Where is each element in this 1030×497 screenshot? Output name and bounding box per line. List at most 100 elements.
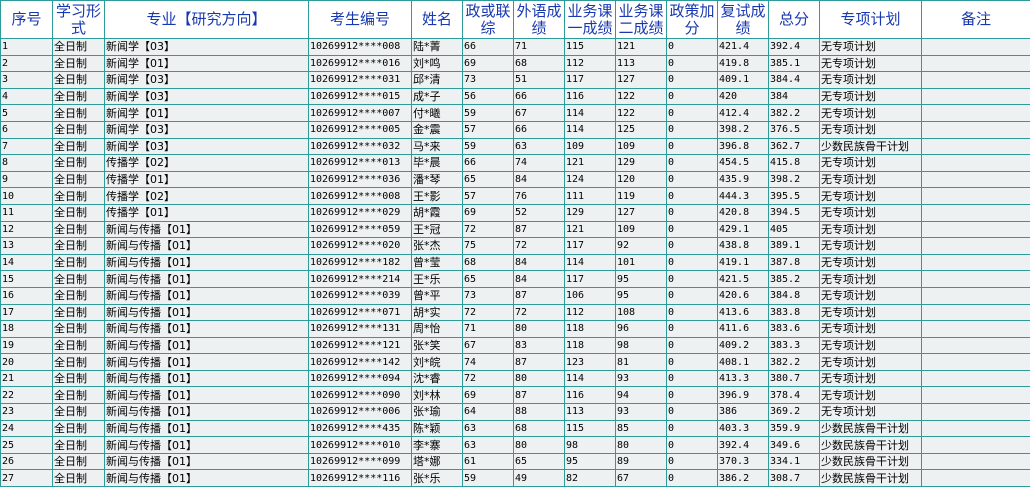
cell-politics: 73 — [462, 286, 514, 305]
cell-major: 新闻与传播【01】 — [104, 237, 309, 255]
cell-remarks — [921, 170, 1030, 189]
cell-remarks — [921, 120, 1030, 139]
cell-course-1: 114 — [564, 120, 616, 139]
cell-policy-bonus: 0 — [666, 120, 718, 139]
cell-foreign-language: 72 — [513, 237, 565, 255]
table-row: 14 全日制 新闻与传播【01】 10269912****182 曾*莹 68 84 114 1… — [0, 253, 1030, 272]
cell-candidate-id: 10269912****116 — [308, 469, 412, 488]
cell-special-plan: 无专项计划 — [819, 336, 922, 355]
cell-seq: 2 — [0, 54, 53, 73]
cell-total: 376.5 — [768, 120, 820, 139]
cell-candidate-id: 10269912****131 — [308, 320, 412, 338]
table-row: 10 全日制 传播学【02】 10269912****008 王*影 57 76 111 119… — [0, 187, 1030, 205]
cell-retest: 413.3 — [717, 369, 769, 388]
cell-total: 405 — [768, 220, 820, 239]
cell-politics: 59 — [462, 137, 514, 156]
cell-remarks — [921, 336, 1030, 355]
cell-course-2: 120 — [615, 170, 667, 189]
cell-study-mode: 全日制 — [52, 154, 105, 172]
cell-course-2: 113 — [615, 54, 667, 73]
cell-total: 349.6 — [768, 436, 820, 454]
cell-politics: 63 — [462, 419, 514, 438]
cell-seq: 4 — [0, 87, 53, 106]
cell-remarks — [921, 386, 1030, 405]
cell-foreign-language: 83 — [513, 336, 565, 355]
cell-retest: 392.4 — [717, 436, 769, 454]
cell-total: 383.3 — [768, 336, 820, 355]
table-row: 4 全日制 新闻学【03】 10269912****015 成*子 56 66 116 122 0… — [0, 87, 1030, 106]
cell-seq: 12 — [0, 220, 53, 239]
cell-major: 新闻学【01】 — [104, 104, 309, 122]
cell-seq: 16 — [0, 286, 53, 305]
cell-politics: 69 — [462, 54, 514, 73]
cell-retest: 419.8 — [717, 54, 769, 73]
cell-retest: 408.1 — [717, 353, 769, 371]
cell-candidate-id: 10269912****008 — [308, 187, 412, 205]
cell-politics: 72 — [462, 303, 514, 322]
cell-course-2: 80 — [615, 436, 667, 454]
cell-course-2: 85 — [615, 419, 667, 438]
cell-course-2: 95 — [615, 286, 667, 305]
col-header-foreign-language: 外语成绩 — [513, 0, 565, 39]
cell-course-2: 81 — [615, 353, 667, 371]
cell-seq: 21 — [0, 369, 53, 388]
cell-remarks — [921, 270, 1030, 288]
cell-total: 378.4 — [768, 386, 820, 405]
cell-candidate-id: 10269912****007 — [308, 104, 412, 122]
cell-politics: 61 — [462, 452, 514, 471]
cell-study-mode: 全日制 — [52, 436, 105, 454]
cell-candidate-id: 10269912****094 — [308, 369, 412, 388]
cell-total: 385.2 — [768, 270, 820, 288]
cell-candidate-id: 10269912****036 — [308, 170, 412, 189]
cell-course-2: 95 — [615, 270, 667, 288]
cell-politics: 69 — [462, 386, 514, 405]
cell-course-1: 115 — [564, 38, 616, 56]
cell-course-2: 92 — [615, 237, 667, 255]
cell-candidate-id: 10269912****005 — [308, 120, 412, 139]
cell-special-plan: 无专项计划 — [819, 71, 922, 89]
cell-major: 新闻学【03】 — [104, 87, 309, 106]
cell-seq: 6 — [0, 120, 53, 139]
cell-retest: 420.6 — [717, 286, 769, 305]
cell-politics: 72 — [462, 369, 514, 388]
cell-special-plan: 无专项计划 — [819, 303, 922, 322]
cell-course-2: 94 — [615, 386, 667, 405]
cell-foreign-language: 87 — [513, 386, 565, 405]
cell-name: 毕*晨 — [411, 154, 463, 172]
cell-special-plan: 少数民族骨干计划 — [819, 137, 922, 156]
cell-major: 新闻学【03】 — [104, 137, 309, 156]
cell-candidate-id: 10269912****099 — [308, 452, 412, 471]
cell-retest: 420 — [717, 87, 769, 106]
cell-total: 384.8 — [768, 286, 820, 305]
cell-candidate-id: 10269912****059 — [308, 220, 412, 239]
cell-name: 张*瑜 — [411, 403, 463, 421]
cell-total: 380.7 — [768, 369, 820, 388]
cell-remarks — [921, 436, 1030, 454]
col-header-politics: 政或联综 — [462, 0, 514, 39]
cell-special-plan: 无专项计划 — [819, 403, 922, 421]
cell-policy-bonus: 0 — [666, 71, 718, 89]
cell-course-1: 129 — [564, 203, 616, 222]
cell-policy-bonus: 0 — [666, 386, 718, 405]
cell-policy-bonus: 0 — [666, 452, 718, 471]
cell-policy-bonus: 0 — [666, 336, 718, 355]
cell-name: 潘*琴 — [411, 170, 463, 189]
cell-politics: 63 — [462, 436, 514, 454]
table-row: 2 全日制 新闻学【01】 10269912****016 刘*鸣 69 68 112 113 0… — [0, 54, 1030, 73]
cell-policy-bonus: 0 — [666, 170, 718, 189]
cell-study-mode: 全日制 — [52, 187, 105, 205]
col-header-policy-bonus: 政策加分 — [666, 0, 718, 39]
cell-course-1: 109 — [564, 137, 616, 156]
cell-seq: 22 — [0, 386, 53, 405]
cell-course-2: 129 — [615, 154, 667, 172]
cell-foreign-language: 87 — [513, 286, 565, 305]
cell-special-plan: 无专项计划 — [819, 369, 922, 388]
cell-retest: 403.3 — [717, 419, 769, 438]
table-row: 15 全日制 新闻与传播【01】 10269912****214 王*乐 65 84 117 9… — [0, 270, 1030, 288]
cell-name: 曾*平 — [411, 286, 463, 305]
cell-policy-bonus: 0 — [666, 270, 718, 288]
cell-course-1: 118 — [564, 320, 616, 338]
table-row: 21 全日制 新闻与传播【01】 10269912****094 沈*睿 72 80 114 9… — [0, 369, 1030, 388]
cell-study-mode: 全日制 — [52, 386, 105, 405]
cell-foreign-language: 67 — [513, 104, 565, 122]
